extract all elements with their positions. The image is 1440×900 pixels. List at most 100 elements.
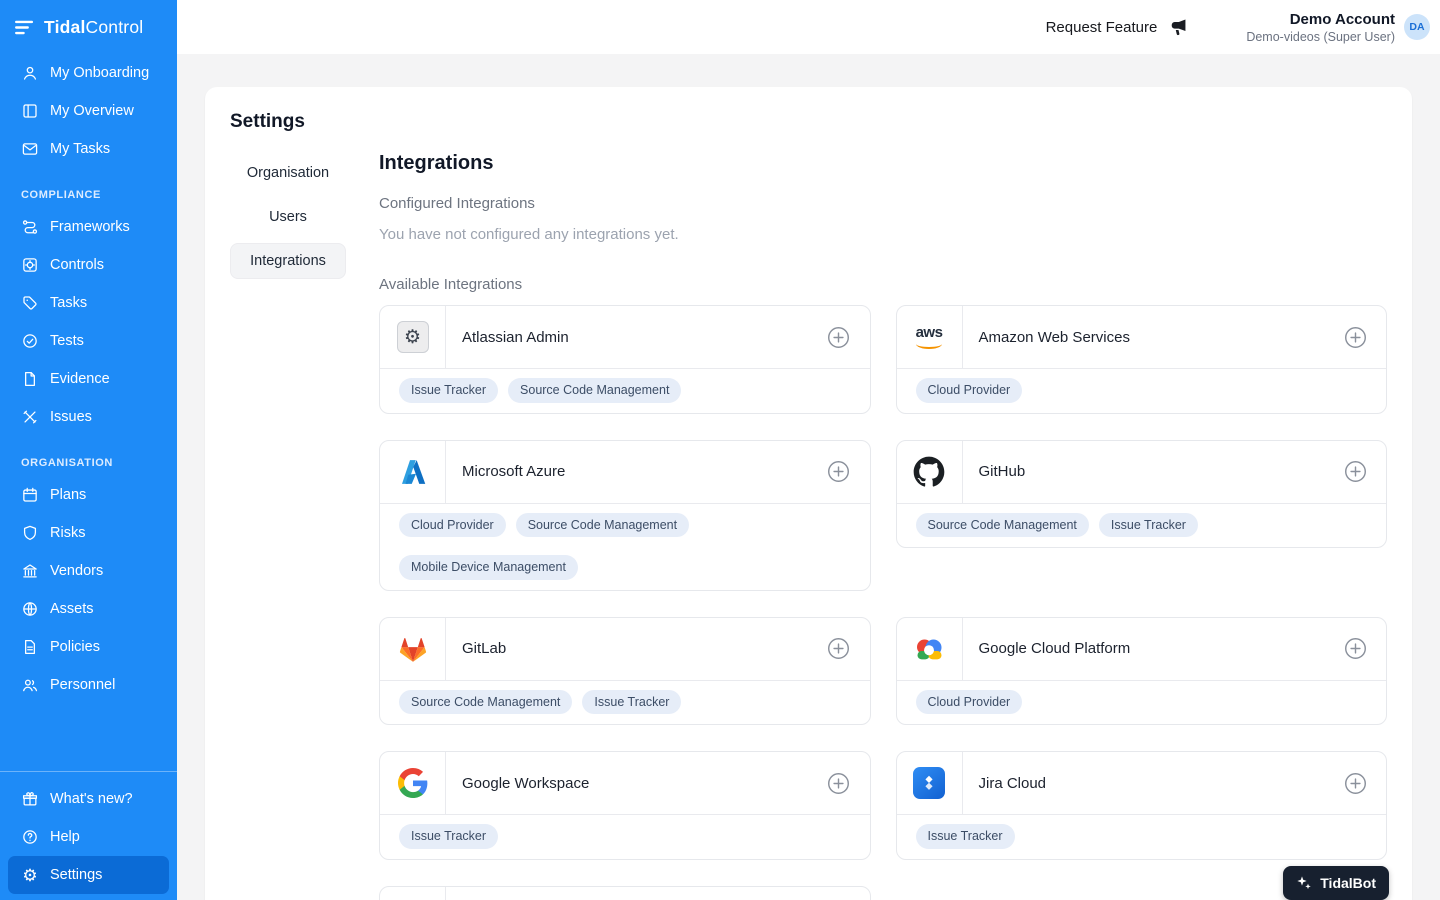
add-integration-button[interactable] — [1324, 618, 1386, 680]
integrations-heading: Integrations — [379, 152, 1387, 175]
sidebar-item-evidence[interactable]: Evidence — [0, 360, 177, 398]
plus-circle-icon — [1344, 460, 1367, 483]
tools-icon — [21, 408, 39, 426]
sidebar-section-organisation: ORGANISATION — [0, 436, 177, 476]
sidebar-item-my-tasks[interactable]: My Tasks — [0, 130, 177, 168]
sidebar-item-label: Issues — [50, 409, 92, 425]
tab-users[interactable]: Users — [230, 199, 346, 235]
sidebar-item-settings[interactable]: ⚙ Settings — [8, 856, 169, 894]
sidebar-item-controls[interactable]: Controls — [0, 246, 177, 284]
sidebar-item-my-onboarding[interactable]: My Onboarding — [0, 54, 177, 92]
dial-icon — [21, 256, 39, 274]
integration-card-google-workspace: Google Workspace Issue Tracker — [379, 751, 871, 860]
tag-pill: Cloud Provider — [916, 690, 1023, 715]
account-text: Demo Account Demo-videos (Super User) — [1246, 11, 1395, 44]
integration-name: GitHub — [963, 441, 1325, 503]
settings-card: Settings Organisation Users Integrations… — [205, 87, 1412, 900]
tag-pill: Source Code Management — [508, 378, 681, 403]
add-integration-button[interactable] — [808, 618, 870, 680]
gitlab-logo — [380, 618, 446, 680]
brand-name-bold: Tidal — [44, 17, 86, 37]
integrations-grid: ⚙ Atlassian Admin Issue Tracker So — [379, 305, 1387, 900]
add-integration-button[interactable] — [1324, 306, 1386, 368]
shield-icon — [21, 524, 39, 542]
tag-pill: Issue Tracker — [399, 378, 498, 403]
integration-card-atlassian-admin: ⚙ Atlassian Admin Issue Tracker So — [379, 305, 871, 414]
sidebar-item-policies[interactable]: Policies — [0, 628, 177, 666]
account-menu[interactable]: Demo Account Demo-videos (Super User) DA — [1246, 11, 1430, 44]
add-integration-button[interactable] — [1324, 441, 1386, 503]
sidebar-item-whats-new[interactable]: What's new? — [0, 780, 177, 818]
gear-icon: ⚙ — [404, 328, 421, 347]
sidebar-item-label: My Onboarding — [50, 65, 149, 81]
sidebar-item-label: Tasks — [50, 295, 87, 311]
sidebar-item-vendors[interactable]: Vendors — [0, 552, 177, 590]
sidebar-item-risks[interactable]: Risks — [0, 514, 177, 552]
tag-icon — [21, 294, 39, 312]
github-logo — [897, 441, 963, 503]
add-integration-button[interactable] — [808, 752, 870, 814]
sidebar: TidalControl My Onboarding My Overview M… — [0, 0, 177, 900]
page-title: Settings — [230, 111, 1387, 133]
add-integration-button[interactable] — [808, 441, 870, 503]
add-integration-button[interactable] — [808, 887, 870, 900]
check-circle-icon — [21, 332, 39, 350]
sparkles-icon — [1296, 875, 1312, 891]
integration-card-azure: Microsoft Azure Cloud Provider Source Co… — [379, 440, 871, 591]
settings-subnav: Organisation Users Integrations — [230, 155, 346, 279]
configured-empty-text: You have not configured any integrations… — [379, 226, 1387, 243]
sidebar-item-issues[interactable]: Issues — [0, 398, 177, 436]
avatar[interactable]: DA — [1404, 14, 1430, 40]
sidebar-item-assets[interactable]: Assets — [0, 590, 177, 628]
sidebar-item-personnel[interactable]: Personnel — [0, 666, 177, 704]
account-name: Demo Account — [1246, 11, 1395, 28]
sidebar-section-compliance: COMPLIANCE — [0, 168, 177, 208]
integration-name: GitLab — [446, 618, 808, 680]
sidebar-item-label: Policies — [50, 639, 100, 655]
aws-logo: aws — [897, 306, 963, 368]
tag-pill: Issue Tracker — [916, 824, 1015, 849]
help-circle-icon — [21, 828, 39, 846]
tag-pill: Source Code Management — [399, 690, 572, 715]
integration-name: Jira Cloud — [963, 752, 1325, 814]
sidebar-item-label: My Tasks — [50, 141, 110, 157]
sidebar-item-plans[interactable]: Plans — [0, 476, 177, 514]
azure-logo — [380, 441, 446, 503]
sidebar-item-frameworks[interactable]: Frameworks — [0, 208, 177, 246]
sidebar-item-help[interactable]: Help — [0, 818, 177, 856]
brand-wave-icon — [13, 19, 36, 36]
mail-icon — [21, 140, 39, 158]
book-icon — [21, 102, 39, 120]
megaphone-icon — [1168, 18, 1188, 37]
sidebar-item-my-overview[interactable]: My Overview — [0, 92, 177, 130]
plus-circle-icon — [827, 460, 850, 483]
tidalbot-label: TidalBot — [1320, 875, 1376, 891]
sidebar-item-tests[interactable]: Tests — [0, 322, 177, 360]
bank-icon — [21, 562, 39, 580]
add-integration-button[interactable] — [1324, 752, 1386, 814]
integration-name: Google Cloud Platform — [963, 618, 1325, 680]
request-feature-button[interactable]: Request Feature — [1046, 18, 1189, 37]
plus-circle-icon — [827, 326, 850, 349]
tag-pill: Source Code Management — [516, 513, 689, 538]
jira-logo — [897, 752, 963, 814]
sidebar-footer: What's new? Help ⚙ Settings — [0, 771, 177, 900]
sidebar-item-label: What's new? — [50, 791, 133, 807]
tab-integrations[interactable]: Integrations — [230, 243, 346, 279]
tab-organisation[interactable]: Organisation — [230, 155, 346, 191]
user-icon — [21, 64, 39, 82]
google-cloud-logo — [897, 618, 963, 680]
topbar: Request Feature Demo Account Demo-videos… — [177, 0, 1440, 54]
add-integration-button[interactable] — [808, 306, 870, 368]
tag-pill: Cloud Provider — [399, 513, 506, 538]
integration-name: Google Workspace — [446, 752, 808, 814]
sidebar-item-label: My Overview — [50, 103, 134, 119]
sidebar-item-label: Vendors — [50, 563, 103, 579]
app-logo[interactable]: TidalControl — [0, 0, 177, 54]
tidalbot-button[interactable]: TidalBot — [1283, 866, 1389, 900]
brand-name: TidalControl — [44, 17, 143, 38]
main-area: Request Feature Demo Account Demo-videos… — [177, 0, 1440, 900]
sidebar-item-label: Controls — [50, 257, 104, 273]
sidebar-item-tasks[interactable]: Tasks — [0, 284, 177, 322]
sidebar-item-label: Help — [50, 829, 80, 845]
